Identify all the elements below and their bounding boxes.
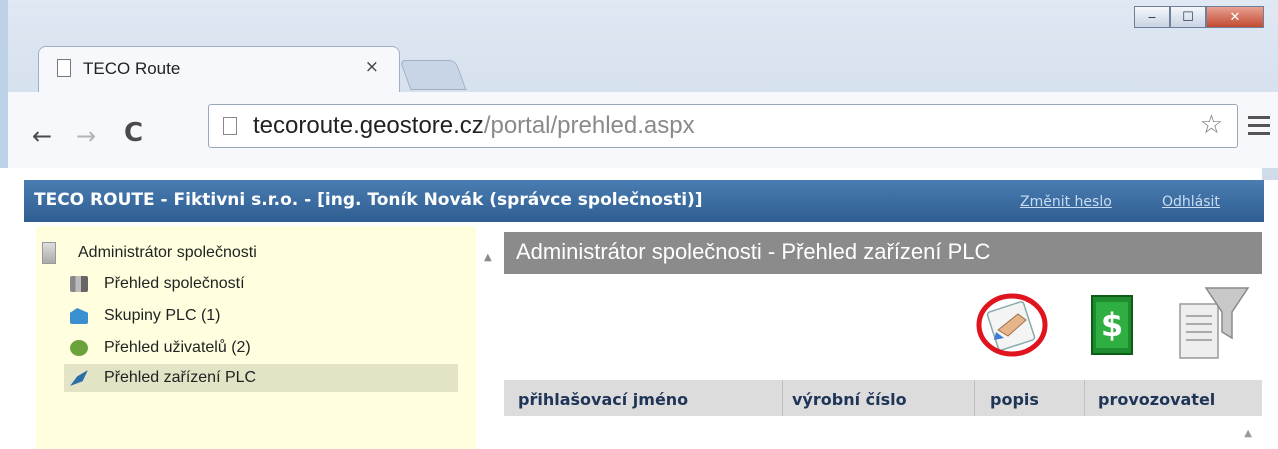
column-header-login[interactable]: přihlašovací jméno <box>518 390 688 409</box>
hamburger-menu-icon[interactable] <box>1248 116 1270 140</box>
sidebar-item-users[interactable]: Přehled uživatelů (2) <box>64 334 251 362</box>
sidebar-item-label: Přehled zařízení PLC <box>104 369 257 386</box>
edit-icon[interactable] <box>974 292 1050 358</box>
sidebar-root[interactable]: Administrátor společnosti <box>42 242 257 264</box>
main-header: Administrátor společnosti - Přehled zaří… <box>504 232 1262 274</box>
forward-arrow-icon[interactable]: → <box>76 122 96 150</box>
svg-text:$: $ <box>1101 306 1123 344</box>
sidebar-root-label: Administrátor společnosti <box>78 244 257 261</box>
window-controls: ‒ ☐ ✕ <box>1134 6 1264 28</box>
back-arrow-icon[interactable]: ← <box>32 122 52 150</box>
companies-icon <box>70 276 88 292</box>
sidebar: Administrátor společnosti Přehled společ… <box>36 226 476 449</box>
column-header-operator[interactable]: provozovatel <box>1098 390 1215 409</box>
url-host: tecoroute.geostore.cz <box>253 112 484 139</box>
reload-icon[interactable]: C <box>124 118 143 148</box>
sidebar-item-plc-devices[interactable]: Přehled zařízení PLC <box>64 364 458 392</box>
new-tab-button[interactable] <box>399 60 467 90</box>
scroll-up-arrow-icon[interactable]: ▲ <box>1244 428 1252 439</box>
logout-link[interactable]: Odhlásit <box>1162 194 1220 210</box>
column-divider <box>782 380 783 416</box>
groups-icon <box>70 308 88 324</box>
bookmark-star-icon[interactable]: ☆ <box>1200 110 1223 140</box>
close-window-button[interactable]: ✕ <box>1206 6 1264 28</box>
sidebar-item-plc-groups[interactable]: Skupiny PLC (1) <box>64 302 221 330</box>
users-icon <box>70 340 88 356</box>
url-path: /portal/prehled.aspx <box>483 112 695 139</box>
browser-tab[interactable]: TECO Route × <box>38 46 400 92</box>
change-password-link[interactable]: Změnit heslo <box>1020 194 1112 210</box>
column-header-serial[interactable]: výrobní číslo <box>792 390 907 409</box>
tab-title: TECO Route <box>83 59 181 78</box>
app-header-bar: TECO ROUTE - Fiktivni s.r.o. - [ing. Ton… <box>24 180 1264 222</box>
money-icon[interactable]: $ <box>1086 290 1138 360</box>
scroll-up-arrow-icon[interactable]: ▲ <box>484 252 492 263</box>
table-body: ▲ <box>504 416 1262 449</box>
sidebar-item-label: Skupiny PLC (1) <box>104 307 221 324</box>
maximize-button[interactable]: ☐ <box>1170 6 1206 28</box>
browser-toolbar: ← → C tecoroute.geostore.cz/portal/prehl… <box>8 92 1278 168</box>
page-title: Administrátor společnosti - Přehled zaří… <box>516 239 991 264</box>
address-bar[interactable]: tecoroute.geostore.cz/portal/prehled.asp… <box>208 104 1238 148</box>
column-divider <box>974 380 975 416</box>
column-divider <box>1084 380 1085 416</box>
sidebar-item-label: Přehled uživatelů (2) <box>104 339 251 356</box>
filter-icon[interactable] <box>1172 282 1252 364</box>
page-icon <box>223 117 237 135</box>
tab-close-icon[interactable]: × <box>365 57 379 77</box>
page-icon <box>57 59 71 77</box>
app-title: TECO ROUTE - Fiktivni s.r.o. - [ing. Ton… <box>34 190 703 210</box>
sidebar-item-companies[interactable]: Přehled společností <box>64 270 245 298</box>
column-header-description[interactable]: popis <box>990 390 1039 409</box>
table-header: přihlašovací jméno výrobní číslo popis p… <box>504 380 1262 417</box>
sidebar-item-label: Přehled společností <box>104 275 245 292</box>
folder-icon <box>42 242 56 264</box>
url-text: tecoroute.geostore.cz/portal/prehled.asp… <box>253 112 695 140</box>
plc-devices-icon <box>70 370 88 386</box>
minimize-button[interactable]: ‒ <box>1134 6 1170 28</box>
page-content: TECO ROUTE - Fiktivni s.r.o. - [ing. Ton… <box>0 168 1264 449</box>
